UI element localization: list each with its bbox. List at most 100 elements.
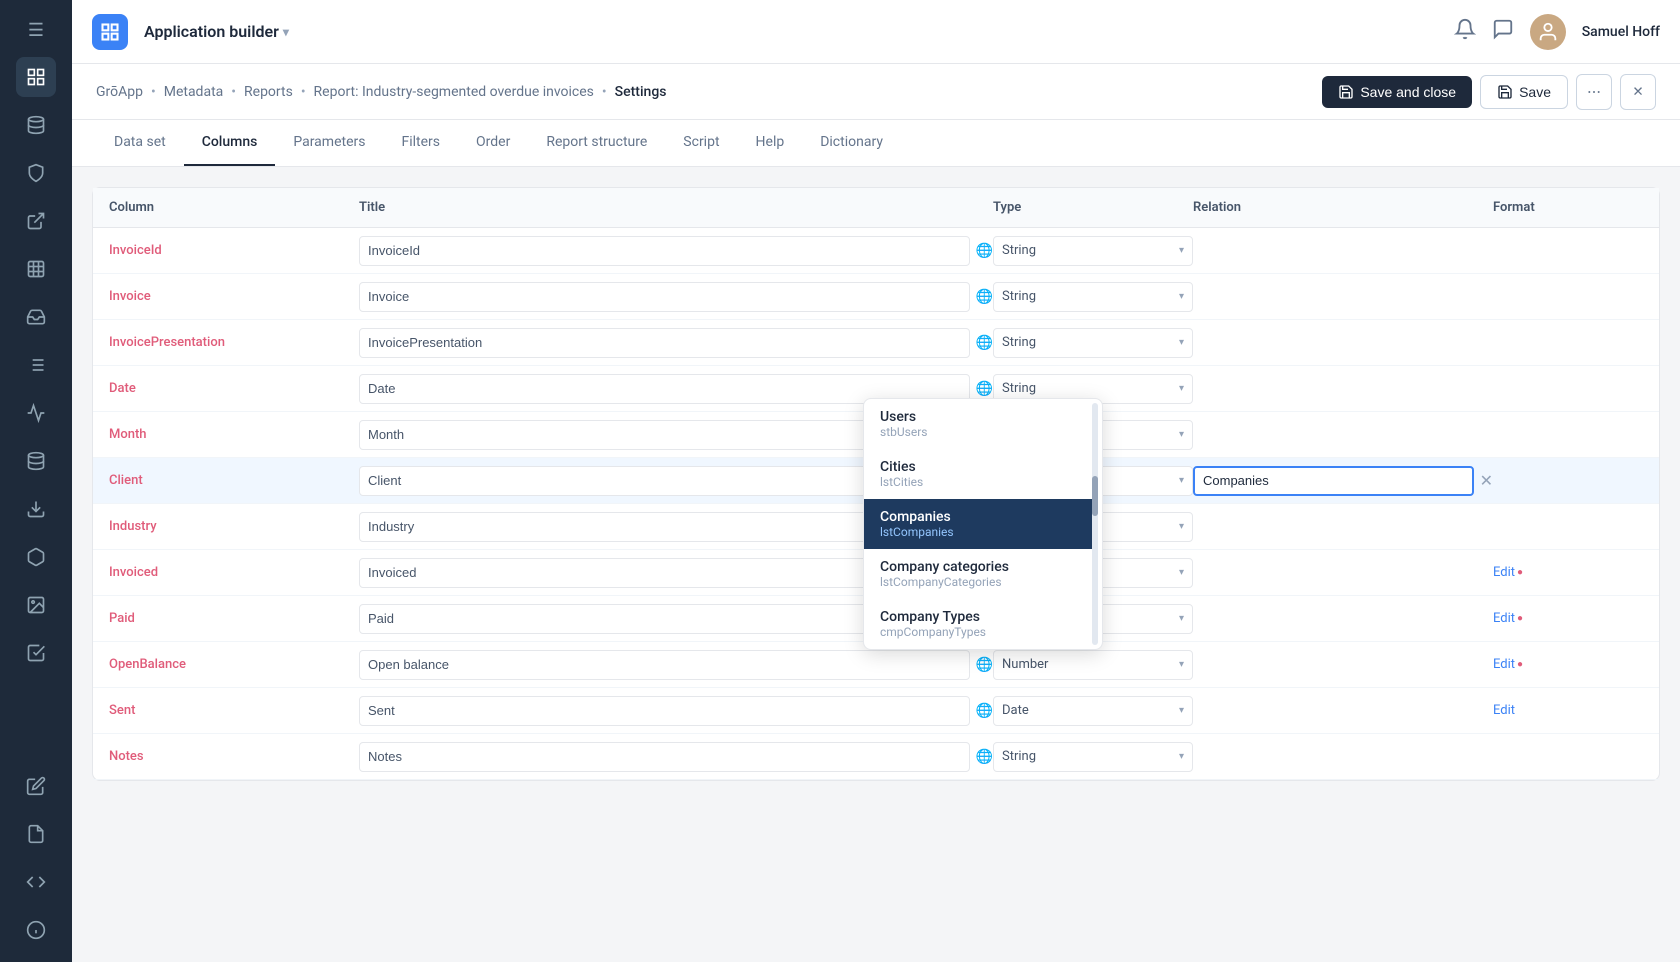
tab-report-structure[interactable]: Report structure (528, 120, 665, 166)
sidebar-item-data[interactable] (16, 105, 56, 145)
title-input[interactable] (359, 328, 970, 358)
tab-script[interactable]: Script (665, 120, 737, 166)
sidebar-item-apps[interactable] (16, 57, 56, 97)
type-chevron-icon: ▾ (1179, 613, 1184, 624)
col-column-value: Industry (109, 519, 359, 534)
format-cell: Edit ● (1493, 565, 1643, 580)
relation-input[interactable] (1193, 466, 1474, 496)
relation-cell: ✕ (1193, 466, 1493, 496)
type-chevron-icon: ▾ (1179, 567, 1184, 578)
title-input[interactable] (359, 236, 970, 266)
save-button[interactable]: Save (1480, 75, 1568, 109)
tab-order[interactable]: Order (458, 120, 528, 166)
more-options-button[interactable] (1576, 74, 1612, 110)
dropdown-item-company-categories[interactable]: Company categories lstCompanyCategories (864, 549, 1092, 599)
breadcrumb-reports[interactable]: Reports (244, 84, 293, 100)
sidebar-item-shield[interactable] (16, 153, 56, 193)
globe-icon[interactable]: 🌐 (976, 335, 993, 351)
sidebar-item-code[interactable] (16, 862, 56, 902)
title-input[interactable] (359, 282, 970, 312)
type-select[interactable]: Number ▾ (993, 650, 1193, 680)
sidebar-item-cube[interactable] (16, 537, 56, 577)
breadcrumb-groapp[interactable]: GrōApp (96, 84, 143, 100)
app-title[interactable]: Application builder ▾ (144, 22, 289, 41)
sidebar-item-export[interactable] (16, 201, 56, 241)
notification-icon[interactable] (1454, 18, 1476, 45)
sidebar-item-grid[interactable] (16, 249, 56, 289)
col-column-value: Paid (109, 611, 359, 626)
edit-link[interactable]: Edit ● (1493, 611, 1643, 626)
type-chevron-icon: ▾ (1179, 659, 1184, 670)
type-select[interactable]: String ▾ (993, 328, 1193, 358)
breadcrumb-sep-2: • (231, 84, 236, 100)
format-cell: Edit (1493, 703, 1643, 718)
sidebar-item-chart[interactable] (16, 393, 56, 433)
tab-columns[interactable]: Columns (184, 120, 276, 166)
sidebar-item-info[interactable] (16, 910, 56, 950)
sidebar-item-calendar[interactable] (16, 633, 56, 673)
avatar (1530, 14, 1566, 50)
sidebar-item-database[interactable] (16, 441, 56, 481)
close-button[interactable]: ✕ (1620, 74, 1656, 110)
type-chevron-icon: ▾ (1179, 705, 1184, 716)
breadcrumb-settings: Settings (615, 84, 667, 100)
col-column-value: Client (109, 473, 359, 488)
title-cell: 🌐 (359, 742, 993, 772)
app-title-text: Application builder (144, 22, 279, 41)
tab-dictionary[interactable]: Dictionary (802, 120, 901, 166)
type-select[interactable]: String ▾ (993, 236, 1193, 266)
type-cell: String ▾ (993, 328, 1193, 358)
top-header: Application builder ▾ Samuel Hoff (72, 0, 1680, 64)
dropdown-item-companies[interactable]: Companies lstCompanies (864, 499, 1092, 549)
dropdown-item-cities[interactable]: Cities lstCities (864, 449, 1092, 499)
type-chevron-icon: ▾ (1179, 475, 1184, 486)
type-chevron-icon: ▾ (1179, 291, 1184, 302)
type-select[interactable]: String ▾ (993, 742, 1193, 772)
hamburger-icon[interactable]: ☰ (20, 12, 52, 49)
dropdown-item-users[interactable]: Users stbUsers (864, 399, 1092, 449)
title-input[interactable] (359, 696, 970, 726)
tab-filters[interactable]: Filters (383, 120, 458, 166)
edit-link[interactable]: Edit (1493, 703, 1643, 718)
globe-icon[interactable]: 🌐 (976, 703, 993, 719)
tab-help[interactable]: Help (738, 120, 803, 166)
sidebar-item-inbox[interactable] (16, 297, 56, 337)
type-cell: String ▾ (993, 282, 1193, 312)
tab-parameters[interactable]: Parameters (275, 120, 383, 166)
breadcrumb-sep-1: • (151, 84, 156, 100)
tab-data-set[interactable]: Data set (96, 120, 184, 166)
col-column-value: OpenBalance (109, 657, 359, 672)
type-cell: Date ▾ (993, 696, 1193, 726)
edit-link[interactable]: Edit ● (1493, 657, 1643, 672)
title-input[interactable] (359, 742, 970, 772)
breadcrumb-report-name[interactable]: Report: Industry-segmented overdue invoi… (314, 84, 594, 100)
sidebar-item-docs[interactable] (16, 814, 56, 854)
dropdown-item-company-types[interactable]: Company Types cmpCompanyTypes (864, 599, 1092, 649)
table-row: Notes 🌐 String ▾ (93, 734, 1659, 780)
globe-icon[interactable]: 🌐 (976, 749, 993, 765)
title-cell: 🌐 (359, 236, 993, 266)
sidebar-item-download[interactable] (16, 489, 56, 529)
type-cell: String ▾ (993, 236, 1193, 266)
breadcrumb-metadata[interactable]: Metadata (164, 84, 224, 100)
globe-icon[interactable]: 🌐 (976, 289, 993, 305)
type-chevron-icon: ▾ (1179, 521, 1184, 532)
type-select[interactable]: Date ▾ (993, 696, 1193, 726)
save-and-close-button[interactable]: Save and close (1322, 76, 1472, 108)
globe-icon[interactable]: 🌐 (976, 243, 993, 259)
globe-icon[interactable]: 🌐 (976, 381, 993, 397)
message-icon[interactable] (1492, 18, 1514, 45)
type-select[interactable]: String ▾ (993, 282, 1193, 312)
relation-clear-icon[interactable]: ✕ (1480, 471, 1493, 490)
user-name-label: Samuel Hoff (1582, 24, 1660, 40)
sidebar-item-list[interactable] (16, 345, 56, 385)
sidebar-item-edit[interactable] (16, 766, 56, 806)
content-area: Data set Columns Parameters Filters Orde… (72, 120, 1680, 962)
format-cell: Edit ● (1493, 611, 1643, 626)
globe-icon[interactable]: 🌐 (976, 657, 993, 673)
sidebar-item-image[interactable] (16, 585, 56, 625)
title-input[interactable] (359, 650, 970, 680)
col-column-value: Sent (109, 703, 359, 718)
type-cell: Number ▾ (993, 650, 1193, 680)
edit-link[interactable]: Edit ● (1493, 565, 1643, 580)
